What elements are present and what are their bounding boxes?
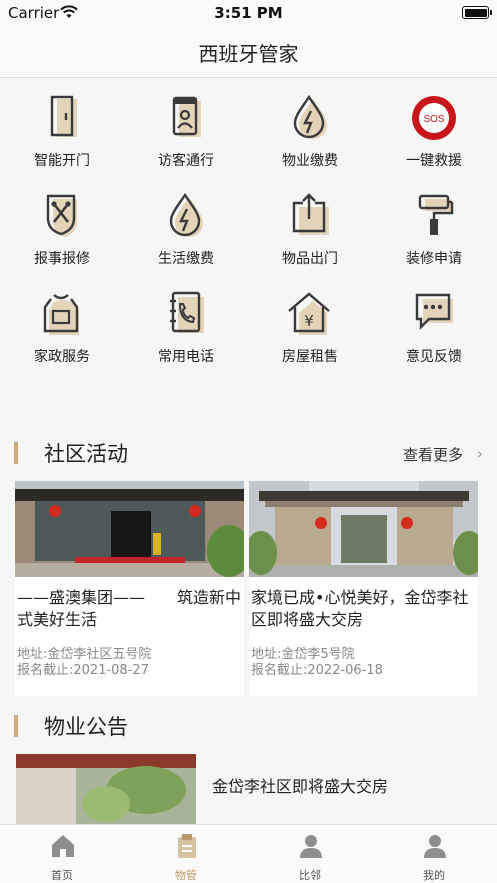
nav-bar: 西班牙管家 — [0, 26, 497, 78]
phone-book-icon — [170, 291, 204, 333]
activity-deadline: 报名截止:2021-08-27 — [17, 663, 149, 678]
activity-photo — [249, 481, 478, 577]
service-smart-door[interactable]: 智能开门 — [0, 79, 124, 175]
tab-bar: 首页 物管 比邻 我的 — [0, 824, 497, 883]
service-phonebook[interactable]: 常用电话 — [124, 275, 248, 371]
view-more-link[interactable]: 查看更多 — [403, 444, 463, 465]
service-label: 智能开门 — [34, 153, 90, 169]
activity-card[interactable]: 家境已成•心悦美好，金岱李社区即将盛大交房 地址:金岱李5号院 报名截止:202… — [249, 481, 478, 696]
service-label: 装修申请 — [406, 251, 462, 267]
housekeeping-apron-icon — [43, 294, 79, 335]
service-housekeeping[interactable]: 家政服务 — [0, 275, 124, 371]
activity-card[interactable]: ——盛澳集团—— 筑造新中式美好生活 地址:金岱李社区五号院 报名截止:2021… — [15, 481, 244, 696]
tab-label: 比邻 — [299, 869, 321, 882]
feedback-chat-icon — [415, 293, 453, 330]
service-label: 房屋租售 — [282, 349, 338, 365]
profile-icon — [424, 835, 446, 858]
service-label: 生活缴费 — [158, 251, 214, 267]
activity-photo — [15, 481, 244, 577]
service-visitor-pass[interactable]: 访客通行 — [124, 79, 248, 175]
notice-title[interactable]: 金岱李社区即将盛大交房 — [212, 773, 388, 797]
section-accent-bar — [14, 715, 18, 737]
service-feedback[interactable]: 意见反馈 — [372, 275, 496, 371]
repair-tools-icon — [46, 194, 77, 237]
service-item-exit[interactable]: 物品出门 — [248, 177, 372, 273]
item-exit-icon — [292, 193, 329, 235]
tab-label: 首页 — [51, 869, 73, 882]
svg-text:SOS: SOS — [423, 114, 444, 125]
service-label: 常用电话 — [158, 349, 214, 365]
service-label: 访客通行 — [158, 153, 214, 169]
paint-roller-icon — [418, 194, 454, 235]
service-house-rental[interactable]: ¥ 房屋租售 — [248, 275, 372, 371]
neighbor-icon — [300, 835, 322, 858]
service-label: 一键救援 — [406, 153, 462, 169]
tab-label: 我的 — [423, 869, 445, 882]
tab-profile[interactable]: 我的 — [372, 825, 496, 883]
tab-label: 物管 — [175, 869, 197, 882]
door-icon — [50, 95, 77, 137]
activity-deadline: 报名截止:2022-06-18 — [251, 663, 383, 678]
battery-icon — [462, 6, 492, 19]
status-bar: Carrier 3:51 PM — [0, 0, 497, 26]
service-label: 报事报修 — [34, 251, 90, 267]
activity-title: ——盛澳集团—— 筑造新中式美好生活 — [17, 588, 242, 629]
sos-icon: SOS — [412, 96, 456, 140]
activity-title: 家境已成•心悦美好，金岱李社区即将盛大交房 — [251, 588, 469, 629]
tab-neighbor[interactable]: 比邻 — [248, 825, 372, 883]
service-label: 物业缴费 — [282, 153, 338, 169]
service-renovation[interactable]: 装修申请 — [372, 177, 496, 273]
home-icon — [52, 835, 74, 857]
notice-photo[interactable] — [16, 754, 196, 824]
svg-text:¥: ¥ — [304, 312, 314, 330]
house-rent-icon: ¥ — [288, 292, 330, 335]
clock: 3:51 PM — [214, 4, 283, 22]
service-life-payment[interactable]: 生活缴费 — [124, 177, 248, 273]
services-grid: 智能开门 访客通行 物业缴费 SOS 一键救援 报事报修 生活缴费 物品出门 装… — [0, 79, 497, 416]
service-label: 物品出门 — [282, 251, 338, 267]
section-title: 社区活动 — [44, 442, 128, 466]
service-repair[interactable]: 报事报修 — [0, 177, 124, 273]
property-clipboard-icon — [178, 834, 196, 858]
visitor-pass-icon — [172, 96, 201, 137]
life-payment-icon — [169, 192, 203, 237]
service-property-fee[interactable]: 物业缴费 — [248, 79, 372, 175]
community-section-header: 社区活动 查看更多 › — [0, 436, 497, 470]
section-accent-bar — [14, 442, 18, 464]
notice-section-header: 物业公告 — [0, 709, 497, 743]
service-label: 意见反馈 — [406, 349, 462, 365]
tab-home[interactable]: 首页 — [0, 825, 124, 883]
section-title: 物业公告 — [44, 715, 128, 739]
service-sos[interactable]: SOS 一键救援 — [372, 79, 496, 175]
page-title: 西班牙管家 — [198, 42, 299, 66]
tab-property[interactable]: 物管 — [124, 825, 248, 883]
utility-drop-icon — [293, 94, 327, 139]
service-label: 家政服务 — [34, 349, 90, 365]
chevron-right-icon[interactable]: › — [477, 444, 483, 463]
